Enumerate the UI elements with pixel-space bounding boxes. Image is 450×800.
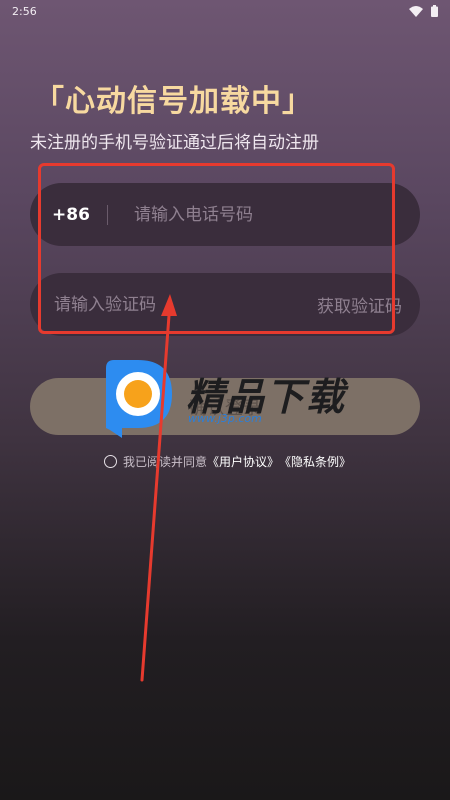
watermark-url: www.j3p.com bbox=[188, 412, 262, 425]
wifi-icon bbox=[409, 5, 423, 17]
phone-field[interactable]: +86 bbox=[30, 183, 420, 246]
agreement-prefix: 我已阅读并同意 bbox=[123, 455, 208, 469]
phone-input[interactable] bbox=[134, 204, 384, 225]
verification-code-field[interactable]: 获取验证码 bbox=[30, 273, 420, 336]
get-code-button[interactable]: 获取验证码 bbox=[317, 292, 402, 317]
privacy-policy-link[interactable]: 《隐私条例》 bbox=[279, 453, 351, 470]
agreement-checkbox[interactable] bbox=[104, 455, 117, 468]
user-agreement-link[interactable]: 《用户协议》 bbox=[207, 453, 279, 470]
status-icons bbox=[409, 5, 438, 17]
country-code-selector[interactable]: +86 bbox=[52, 205, 107, 225]
battery-icon bbox=[431, 5, 438, 17]
status-bar: 2:56 bbox=[0, 0, 450, 22]
status-time: 2:56 bbox=[12, 4, 37, 18]
watermark-logo-icon bbox=[106, 360, 172, 438]
page-subtitle: 未注册的手机号验证通过后将自动注册 bbox=[30, 133, 319, 153]
agreement-row: 我已阅读并同意 《用户协议》 《隐私条例》 bbox=[104, 453, 351, 470]
field-divider bbox=[107, 204, 108, 225]
watermark: 精品下载 www.j3p.com bbox=[100, 358, 360, 438]
verification-code-input[interactable] bbox=[54, 294, 234, 315]
page-title: 「心动信号加载中」 bbox=[34, 84, 313, 119]
